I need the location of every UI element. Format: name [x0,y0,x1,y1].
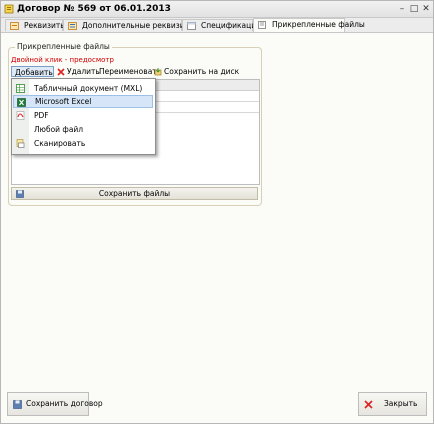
attached-files-icon [258,21,266,29]
close-button[interactable]: Закрыть [358,392,427,416]
save-files-button[interactable]: Сохранить файлы [11,187,258,200]
document-icon [4,4,14,14]
title-bar: Договор № 569 от 06.01.2013 – □ ✕ [1,1,433,18]
floppy-icon [16,190,24,198]
preview-hint: Двойной клик - предосмотр [11,56,114,64]
maximize-button[interactable]: □ [409,4,419,14]
requisites-icon [10,22,19,30]
tab-attached-files[interactable]: Прикрепленные файлы [253,18,365,32]
group-title: Прикрепленные файлы [15,42,112,51]
save-contract-label: Сохранить договор [26,399,103,408]
files-toolbar: Добавить ▼ Удалить Переименовать Сохрани… [11,66,258,88]
menu-item-label: PDF [34,111,49,120]
menu-item-scan[interactable]: Сканировать [13,137,153,150]
specification-icon [187,22,196,30]
excel-icon [17,98,26,107]
save-to-disk-icon [154,68,162,76]
tab-label: Прикрепленные файлы [272,20,365,29]
add-dropdown-menu: Табличный документ (MXL) Microsoft Excel… [11,78,156,155]
tab-bar: Реквизиты Дополнительные реквизиты Специ… [1,18,433,33]
add-button-label: Добавить [15,68,53,77]
menu-item-label: Сканировать [34,139,86,148]
delete-label: Удалить [67,67,100,76]
close-icon [364,400,373,409]
save-files-label: Сохранить файлы [98,189,171,198]
tab-label: Спецификация [201,21,261,30]
add-dropdown-button[interactable]: Добавить ▼ [11,66,54,88]
save-to-disk-label: Сохранить на диск [164,67,240,76]
menu-item-mxl[interactable]: Табличный документ (MXL) [13,82,153,95]
tab-requisites[interactable]: Реквизиты [5,19,67,31]
menu-item-label: Microsoft Excel [35,97,92,106]
spreadsheet-icon [16,84,25,93]
minimize-button[interactable]: – [397,4,407,14]
tab-label: Реквизиты [24,21,67,30]
rename-button[interactable]: Переименовать [99,66,161,78]
save-contract-button[interactable]: Сохранить договор [7,392,103,416]
floppy-icon [13,400,22,409]
tab-label: Дополнительные реквизиты [82,21,195,30]
delete-button[interactable]: Удалить [57,66,100,78]
tab-specification[interactable]: Спецификация [182,19,261,31]
scanner-icon [16,139,25,148]
menu-item-label: Любой файл [34,125,84,134]
additional-requisites-icon [68,22,77,30]
menu-item-excel[interactable]: Microsoft Excel [13,95,153,108]
delete-icon [57,68,65,76]
pdf-icon [16,111,25,120]
menu-item-any-file[interactable]: Любой файл [13,123,153,136]
save-to-disk-button[interactable]: Сохранить на диск [154,66,239,78]
menu-item-label: Табличный документ (MXL) [34,84,143,93]
contract-window: Договор № 569 от 06.01.2013 – □ ✕ Реквиз… [0,0,434,424]
tab-additional-requisites[interactable]: Дополнительные реквизиты [63,19,195,31]
close-label: Закрыть [384,399,418,408]
window-title: Договор № 569 от 06.01.2013 [17,4,171,14]
rename-label: Переименовать [99,67,162,76]
menu-item-pdf[interactable]: PDF [13,109,153,122]
close-window-button[interactable]: ✕ [421,4,431,14]
